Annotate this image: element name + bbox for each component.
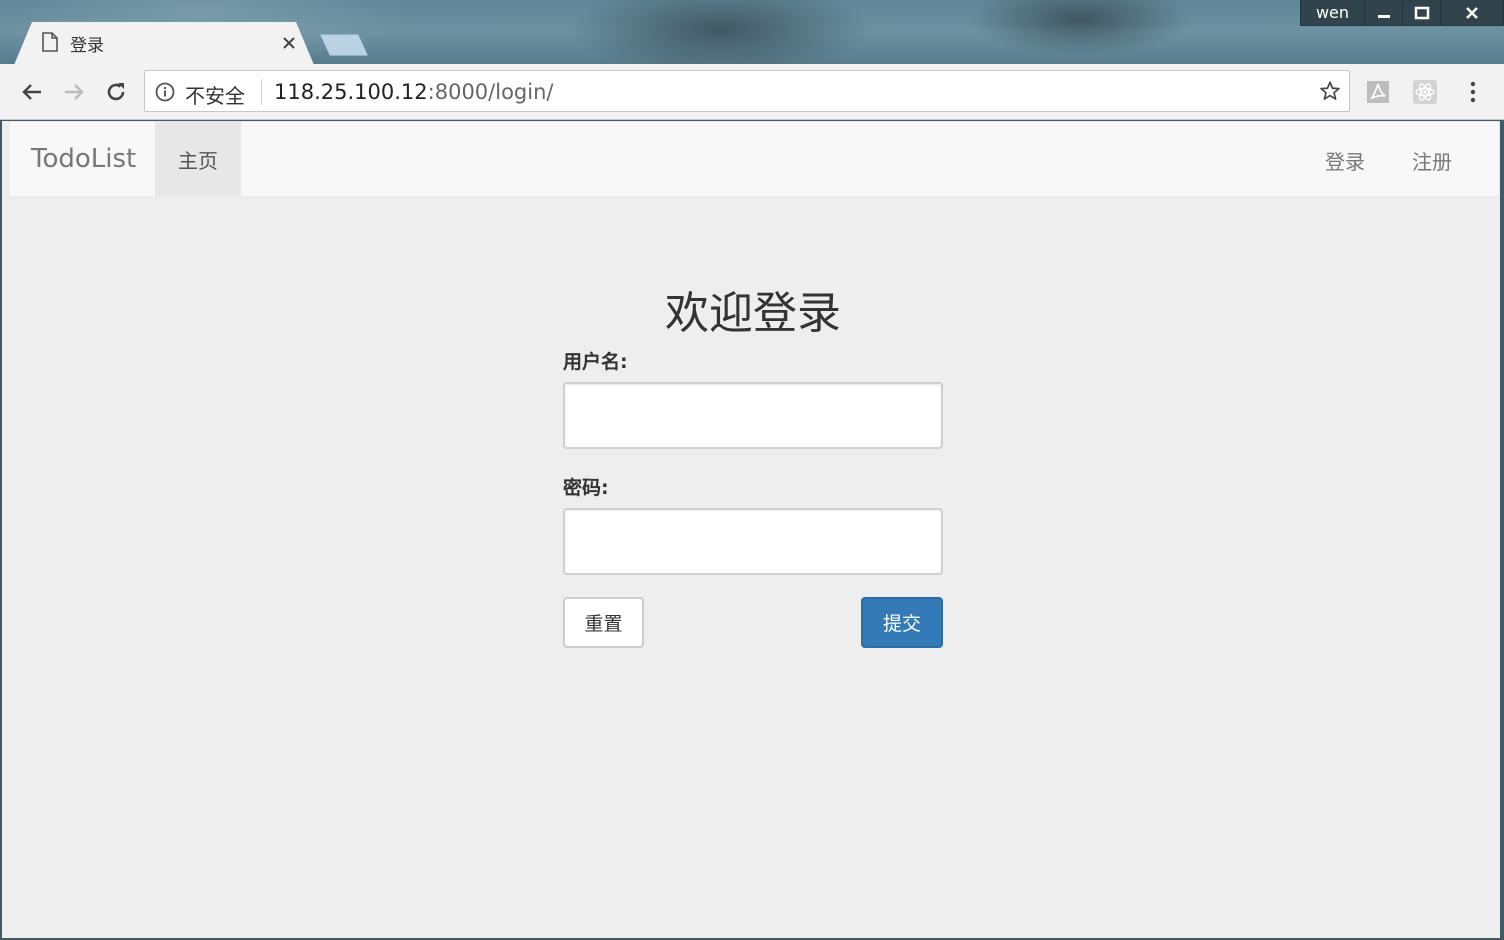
brand-link[interactable]: TodoList xyxy=(31,144,136,174)
page-viewport: TodoList 主页 登录 注册 欢迎登录 用户名: 密码: 重置 提交 xyxy=(2,121,1500,938)
url-text[interactable]: 118.25.100.12:8000/login/ xyxy=(274,80,553,104)
page-icon xyxy=(42,31,58,56)
window-close-button[interactable] xyxy=(1441,0,1503,25)
password-label: 密码: xyxy=(563,477,609,499)
submit-button[interactable]: 提交 xyxy=(861,597,943,648)
tab-close-icon[interactable] xyxy=(280,34,298,52)
window-frame-right xyxy=(1500,121,1504,940)
address-bar[interactable]: 不安全 118.25.100.12:8000/login/ xyxy=(144,70,1350,112)
forward-arrow-icon[interactable] xyxy=(60,78,88,106)
url-path: :8000/login/ xyxy=(427,80,554,104)
window-controls: wen xyxy=(1300,0,1504,26)
info-icon[interactable] xyxy=(155,82,175,106)
password-input[interactable] xyxy=(563,508,943,575)
back-arrow-icon[interactable] xyxy=(18,78,46,106)
profile-user[interactable]: wen xyxy=(1301,0,1365,25)
window-frame-left xyxy=(0,121,2,940)
new-tab-button[interactable] xyxy=(320,34,368,56)
react-extension-icon[interactable] xyxy=(1411,78,1439,106)
maximize-button[interactable] xyxy=(1403,0,1441,25)
username-input[interactable] xyxy=(563,382,943,449)
pdf-extension-icon[interactable] xyxy=(1364,78,1392,106)
url-host: 118.25.100.12 xyxy=(274,80,428,104)
reload-icon[interactable] xyxy=(102,78,130,106)
nav-register-link[interactable]: 注册 xyxy=(1412,146,1452,175)
menu-kebab-icon[interactable] xyxy=(1459,78,1487,106)
tab-title: 登录 xyxy=(70,36,104,56)
page-title: 欢迎登录 xyxy=(665,288,841,339)
minimize-button[interactable] xyxy=(1365,0,1403,25)
reset-button[interactable]: 重置 xyxy=(563,597,644,648)
security-label[interactable]: 不安全 xyxy=(185,80,245,109)
bookmark-star-icon[interactable] xyxy=(1319,80,1341,106)
site-navbar: TodoList 主页 登录 注册 xyxy=(8,121,1500,197)
nav-login-link[interactable]: 登录 xyxy=(1325,146,1365,175)
browser-tab[interactable]: 登录 xyxy=(14,22,314,65)
browser-toolbar: 不安全 118.25.100.12:8000/login/ xyxy=(0,64,1504,120)
nav-home-link[interactable]: 主页 xyxy=(155,122,241,197)
omnibox-divider xyxy=(261,79,262,105)
window-titlebar: 登录 wen xyxy=(0,0,1504,65)
username-label: 用户名: xyxy=(563,351,628,373)
